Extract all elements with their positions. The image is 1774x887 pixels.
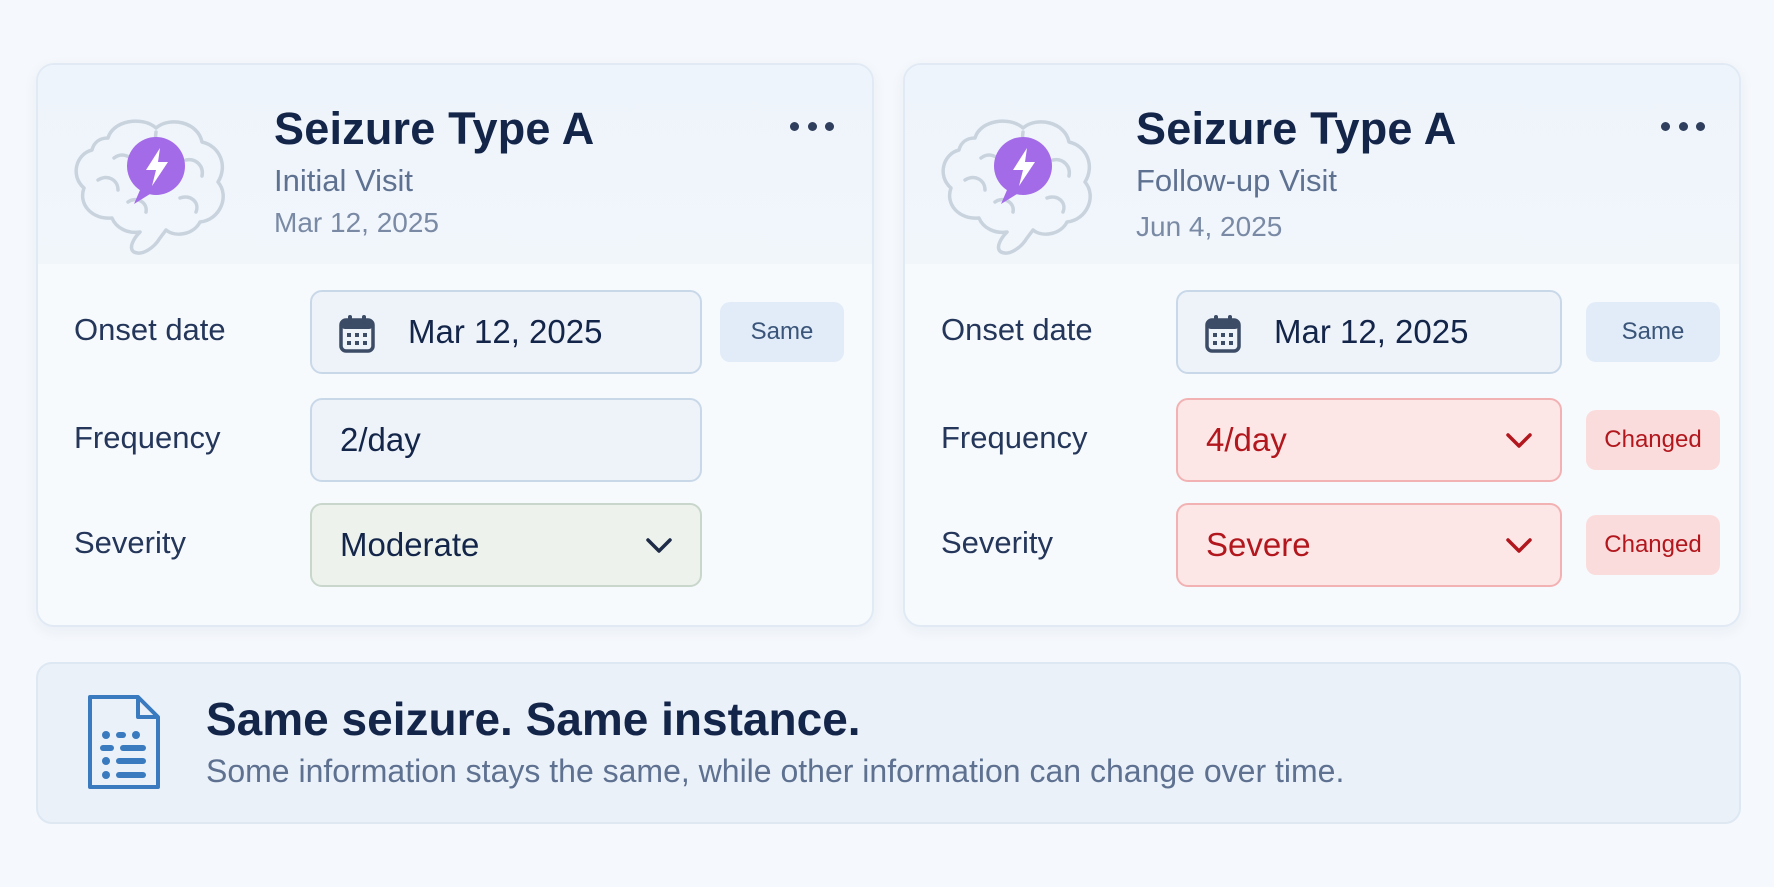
- frequency-field[interactable]: 2/day: [310, 398, 702, 482]
- severity-label: Severity: [941, 525, 1053, 560]
- status-badge-same: Same: [1586, 302, 1720, 362]
- frequency-value: 4/day: [1206, 421, 1287, 458]
- onset-date-label: Onset date: [941, 312, 1093, 347]
- visit-type: Follow-up Visit: [1136, 163, 1338, 198]
- chevron-down-icon: [646, 538, 672, 553]
- frequency-row: Frequency 4/day Changed: [905, 398, 1739, 482]
- frequency-label: Frequency: [941, 420, 1088, 455]
- severity-select[interactable]: Moderate: [310, 503, 702, 587]
- onset-date-row: Onset date Mar 12, 2025 Same: [905, 290, 1739, 374]
- severity-row: Severity Moderate: [38, 503, 872, 587]
- severity-value: Moderate: [340, 526, 480, 563]
- onset-date-field[interactable]: Mar 12, 2025: [1176, 290, 1562, 374]
- frequency-label: Frequency: [74, 420, 221, 455]
- onset-date-field[interactable]: Mar 12, 2025: [310, 290, 702, 374]
- card-header: Seizure Type A Initial Visit Mar 12, 202…: [38, 65, 872, 264]
- severity-row: Severity Severe Changed: [905, 503, 1739, 587]
- onset-date-label: Onset date: [74, 312, 226, 347]
- visit-date: Mar 12, 2025: [274, 207, 439, 238]
- onset-date-value: Mar 12, 2025: [1274, 313, 1469, 350]
- calendar-icon: [339, 315, 375, 353]
- banner-description: Some information stays the same, while o…: [206, 753, 1345, 789]
- more-options-icon[interactable]: [790, 115, 834, 137]
- banner-title: Same seizure. Same instance.: [206, 693, 861, 745]
- summary-banner: Same seizure. Same instance. Some inform…: [36, 662, 1741, 824]
- follow-up-visit-card: Seizure Type A Follow-up Visit Jun 4, 20…: [903, 63, 1741, 627]
- frequency-value: 2/day: [340, 421, 421, 458]
- chevron-down-icon: [1506, 433, 1532, 448]
- document-list-icon: [88, 695, 160, 789]
- card-title: Seizure Type A: [1136, 103, 1457, 154]
- status-badge-changed: Changed: [1586, 515, 1720, 575]
- frequency-row: Frequency 2/day: [38, 398, 872, 482]
- visit-type: Initial Visit: [274, 163, 413, 198]
- brain-with-lightning-icon: [74, 119, 225, 255]
- frequency-select[interactable]: 4/day: [1176, 398, 1562, 482]
- severity-select[interactable]: Severe: [1176, 503, 1562, 587]
- chevron-down-icon: [1506, 538, 1532, 553]
- visit-date: Jun 4, 2025: [1136, 211, 1283, 242]
- onset-date-value: Mar 12, 2025: [408, 313, 603, 350]
- severity-value: Severe: [1206, 526, 1311, 563]
- more-options-icon[interactable]: [1661, 115, 1705, 137]
- severity-label: Severity: [74, 525, 186, 560]
- calendar-icon: [1205, 315, 1241, 353]
- status-badge-changed: Changed: [1586, 410, 1720, 470]
- brain-with-lightning-icon: [941, 119, 1092, 255]
- card-header: Seizure Type A Follow-up Visit Jun 4, 20…: [905, 65, 1739, 264]
- onset-date-row: Onset date Mar 12, 2025 Same: [38, 290, 872, 374]
- status-badge-same: Same: [720, 302, 844, 362]
- card-title: Seizure Type A: [274, 103, 595, 154]
- initial-visit-card: Seizure Type A Initial Visit Mar 12, 202…: [36, 63, 874, 627]
